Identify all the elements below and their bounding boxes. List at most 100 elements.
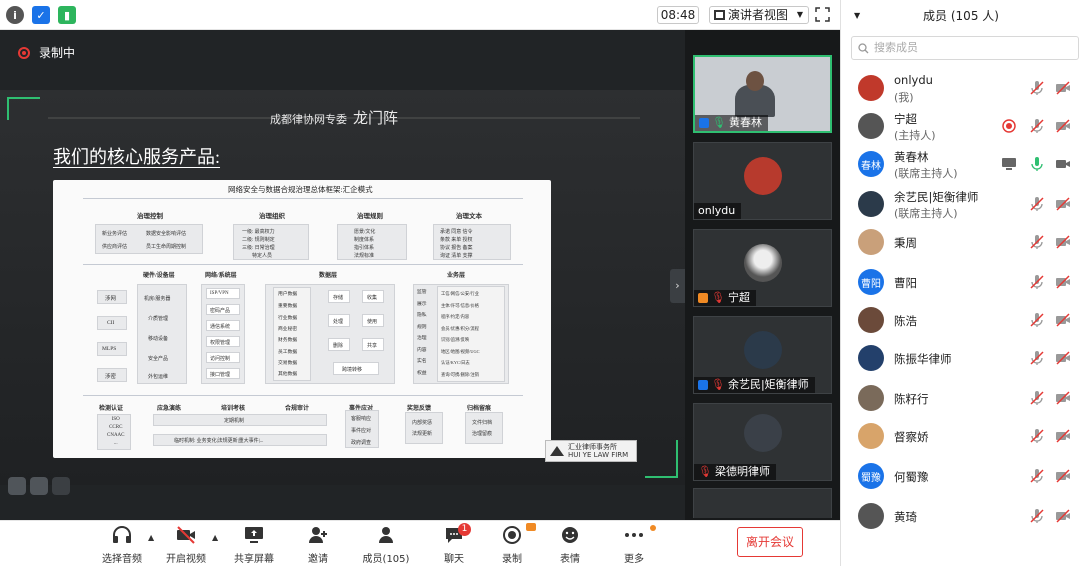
camera-off-icon[interactable]	[1055, 118, 1071, 134]
cell: 数据安全影响评估	[146, 232, 187, 237]
screen-share-icon[interactable]	[1001, 156, 1017, 172]
mic-muted-icon[interactable]	[1029, 234, 1045, 250]
share-screen-button[interactable]: 共享屏幕	[226, 525, 282, 565]
member-row[interactable]: 宁超 (主持人)	[841, 108, 1080, 144]
member-row[interactable]: 黄琦	[841, 498, 1080, 534]
member-name: 宁超	[894, 112, 917, 126]
camera-off-icon[interactable]	[1055, 234, 1071, 250]
video-tile[interactable]: 🎙 余艺民|矩衡律师	[693, 316, 832, 394]
video-tile[interactable]: 🎙 梁德明律师	[693, 403, 832, 481]
fullscreen-icon[interactable]	[815, 7, 830, 22]
camera-icon[interactable]	[1055, 156, 1071, 172]
mic-muted-icon[interactable]	[1029, 274, 1045, 290]
mic-muted-icon[interactable]	[1029, 428, 1045, 444]
more-button[interactable]: 更多	[606, 525, 662, 565]
member-row[interactable]: 陈籽行	[841, 380, 1080, 416]
net-item: 权限管理	[206, 336, 240, 347]
biz-left-label: 展示	[417, 301, 427, 307]
net-label: 通信系统	[210, 325, 231, 330]
mic-muted-icon[interactable]	[1029, 312, 1045, 328]
mic-on-icon[interactable]	[1029, 156, 1045, 172]
mic-muted-icon[interactable]	[1029, 350, 1045, 366]
camera-off-icon[interactable]	[1055, 508, 1071, 524]
member-row[interactable]: 余艺民|矩衡律师 (联席主持人)	[841, 186, 1080, 222]
data-type: 财务数据	[278, 338, 298, 343]
audio-button[interactable]: 选择音频	[94, 525, 150, 565]
member-row[interactable]: 曹阳 曹阳	[841, 264, 1080, 300]
camera-off-icon[interactable]	[1055, 390, 1071, 406]
member-row[interactable]: 蜀豫 何蜀豫	[841, 458, 1080, 494]
member-search-input[interactable]: 搜索成员	[851, 36, 1079, 60]
mic-muted-icon[interactable]	[1029, 508, 1045, 524]
data-type: 员工数据	[278, 350, 298, 355]
bottom-head: 检测认证	[99, 406, 124, 412]
mic-muted-icon[interactable]	[1029, 468, 1045, 484]
signal-icon[interactable]: ▮	[58, 6, 76, 24]
member-row[interactable]: 督察娇	[841, 418, 1080, 454]
video-options-caret-icon[interactable]: ▲	[212, 533, 218, 542]
video-button[interactable]: 开启视频	[158, 525, 214, 565]
member-row[interactable]: 陈振华律师	[841, 340, 1080, 376]
member-row[interactable]: onlydu (我)	[841, 70, 1080, 106]
video-tile[interactable]	[693, 488, 832, 518]
data-type-list: 用户数据 重要数据 行业数据 商业秘密 财务数据 员工数据 交易数据 其他数据	[273, 287, 311, 381]
chat-unread-badge: 1	[458, 523, 471, 536]
mic-muted-icon[interactable]	[1029, 80, 1045, 96]
chat-button[interactable]: 聊天 1	[426, 523, 482, 565]
info-icon[interactable]: i	[6, 6, 24, 24]
meeting-toolbar: 选择音频 ▲ 开启视频 ▲ 共享屏幕 邀请 成员(105) 聊天 1 录制 表情…	[0, 520, 840, 566]
emoji-reaction-icon[interactable]	[8, 477, 26, 495]
member-name: 黄琦	[894, 510, 917, 524]
data-op: 收集	[362, 290, 384, 303]
biz-left-label: 隐私	[417, 313, 427, 318]
audio-options-caret-icon[interactable]: ▲	[148, 533, 154, 542]
shared-screen-stage: 录制中 成都律协网专委 龙门阵 我们的核心服务产品: 网络安全与数据合规治理总体框…	[0, 30, 685, 520]
members-button[interactable]: 成员(105)	[358, 525, 414, 565]
member-row[interactable]: 秉周	[841, 224, 1080, 260]
hw-label: 涉密	[105, 374, 117, 380]
member-role: (联席主持人)	[894, 167, 958, 180]
camera-off-icon[interactable]	[1055, 350, 1071, 366]
cell: 供应商评估	[102, 245, 128, 250]
emoji-button[interactable]: 表情	[542, 525, 598, 565]
biz-right-label: 工信/网信/公安/行业	[441, 291, 479, 296]
video-tile[interactable]: 🎙 黄春林	[693, 55, 832, 133]
invite-button[interactable]: 邀请	[290, 525, 346, 565]
chat-bubble-icon[interactable]	[30, 477, 48, 495]
video-tile[interactable]: onlydu	[693, 142, 832, 220]
floating-controls	[8, 477, 70, 495]
camera-off-icon[interactable]	[1055, 80, 1071, 96]
divider	[83, 395, 523, 396]
record-dot-icon	[18, 46, 30, 59]
camera-off-icon[interactable]	[1055, 428, 1071, 444]
collapse-triangle-icon[interactable]: ▼	[854, 0, 860, 32]
leave-meeting-button[interactable]: 离开会议	[737, 527, 803, 557]
hw-item: CII	[97, 316, 127, 330]
expand-thumbnails-button[interactable]: ›	[670, 269, 685, 303]
mic-muted-icon[interactable]	[1029, 118, 1045, 134]
recording-icon[interactable]	[1001, 118, 1017, 134]
mic-muted-icon[interactable]	[1029, 390, 1045, 406]
reward-list: 内部奖惩 法规更新	[412, 418, 432, 440]
video-tile[interactable]: 🎙 宁超	[693, 229, 832, 307]
mic-muted-icon[interactable]	[1029, 196, 1045, 212]
camera-off-icon[interactable]	[1055, 468, 1071, 484]
avatar	[858, 423, 884, 449]
hardware-layer-head: 硬件/设备层	[143, 273, 175, 279]
net-label: 访问控制	[210, 357, 231, 362]
shield-icon[interactable]: ✓	[32, 6, 50, 24]
camera-off-icon[interactable]	[1055, 312, 1071, 328]
camera-off-icon[interactable]	[1055, 196, 1071, 212]
record-button[interactable]: 录制	[484, 523, 540, 565]
collapse-left-icon[interactable]	[52, 477, 70, 495]
view-mode-dropdown[interactable]: 演讲者视图 ▼	[709, 6, 809, 24]
more-label: 更多	[624, 554, 644, 565]
camera-off-icon[interactable]	[1055, 274, 1071, 290]
meeting-timer: 08:48	[657, 6, 699, 24]
member-row[interactable]: 陈浩	[841, 302, 1080, 338]
data-op: 删除	[328, 338, 350, 351]
biz-right-label: 程序/约定/内容	[441, 314, 470, 319]
members-label: 成员(105)	[362, 554, 410, 565]
member-row[interactable]: 春林 黄春林 (联席主持人)	[841, 146, 1080, 182]
hw-item: 涉网	[97, 290, 127, 304]
